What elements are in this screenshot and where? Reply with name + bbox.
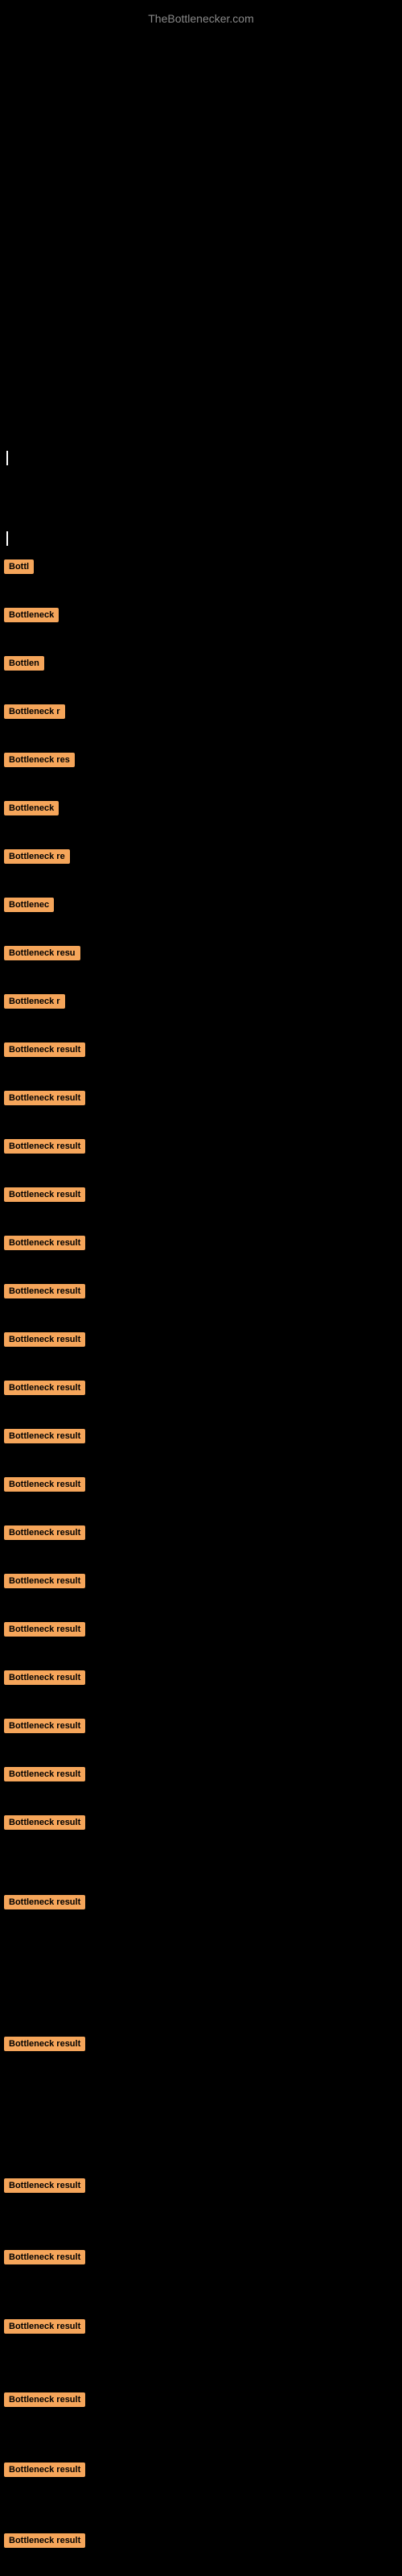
text-cursor-2 bbox=[6, 531, 8, 546]
bottleneck-result-badge[interactable]: Bottleneck result bbox=[4, 1525, 85, 1540]
bottleneck-result-badge[interactable]: Bottleneck result bbox=[4, 2178, 85, 2193]
bottleneck-result-badge[interactable]: Bottleneck result bbox=[4, 1670, 85, 1685]
bottleneck-result-badge[interactable]: Bottleneck result bbox=[4, 2462, 85, 2477]
bottleneck-result-badge[interactable]: Bottleneck result bbox=[4, 1719, 85, 1733]
bottleneck-result-badge[interactable]: Bottleneck result bbox=[4, 2037, 85, 2051]
text-cursor-1 bbox=[6, 451, 8, 465]
bottleneck-result-badge[interactable]: Bottleneck result bbox=[4, 2392, 85, 2407]
bottleneck-result-badge[interactable]: Bottleneck result bbox=[4, 2533, 85, 2548]
bottleneck-result-badge[interactable]: Bottleneck result bbox=[4, 1332, 85, 1347]
bottleneck-result-badge[interactable]: Bottlen bbox=[4, 656, 44, 671]
bottleneck-result-badge[interactable]: Bottleneck result bbox=[4, 1574, 85, 1588]
bottleneck-result-badge[interactable]: Bottleneck bbox=[4, 801, 59, 815]
bottleneck-result-badge[interactable]: Bottleneck result bbox=[4, 1284, 85, 1298]
bottleneck-result-badge[interactable]: Bottleneck result bbox=[4, 1622, 85, 1637]
bottleneck-result-badge[interactable]: Bottleneck result bbox=[4, 1381, 85, 1395]
bottleneck-result-badge[interactable]: Bottleneck result bbox=[4, 1187, 85, 1202]
bottleneck-result-badge[interactable]: Bottleneck result bbox=[4, 2250, 85, 2264]
bottleneck-result-badge[interactable]: Bottleneck bbox=[4, 608, 59, 622]
bottleneck-result-badge[interactable]: Bottleneck result bbox=[4, 1477, 85, 1492]
bottleneck-result-badge[interactable]: Bottleneck result bbox=[4, 1042, 85, 1057]
bottleneck-result-badge[interactable]: Bottleneck result bbox=[4, 1091, 85, 1105]
bottleneck-result-badge[interactable]: Bottleneck result bbox=[4, 1767, 85, 1781]
site-title: TheBottlenecker.com bbox=[0, 4, 402, 33]
bottleneck-result-badge[interactable]: Bottleneck result bbox=[4, 1139, 85, 1154]
bottleneck-result-badge[interactable]: Bottleneck resu bbox=[4, 946, 80, 960]
bottleneck-result-badge[interactable]: Bottleneck result bbox=[4, 1895, 85, 1909]
bottleneck-result-badge[interactable]: Bottleneck result bbox=[4, 2319, 85, 2334]
bottleneck-result-badge[interactable]: Bottlenec bbox=[4, 898, 54, 912]
bottleneck-result-badge[interactable]: Bottleneck re bbox=[4, 849, 70, 864]
bottleneck-result-badge[interactable]: Bottleneck result bbox=[4, 1815, 85, 1830]
bottleneck-result-badge[interactable]: Bottl bbox=[4, 559, 34, 574]
bottleneck-result-badge[interactable]: Bottleneck result bbox=[4, 1429, 85, 1443]
bottleneck-result-badge[interactable]: Bottleneck r bbox=[4, 994, 65, 1009]
bottleneck-result-badge[interactable]: Bottleneck res bbox=[4, 753, 75, 767]
bottleneck-result-badge[interactable]: Bottleneck r bbox=[4, 704, 65, 719]
bottleneck-result-badge[interactable]: Bottleneck result bbox=[4, 1236, 85, 1250]
